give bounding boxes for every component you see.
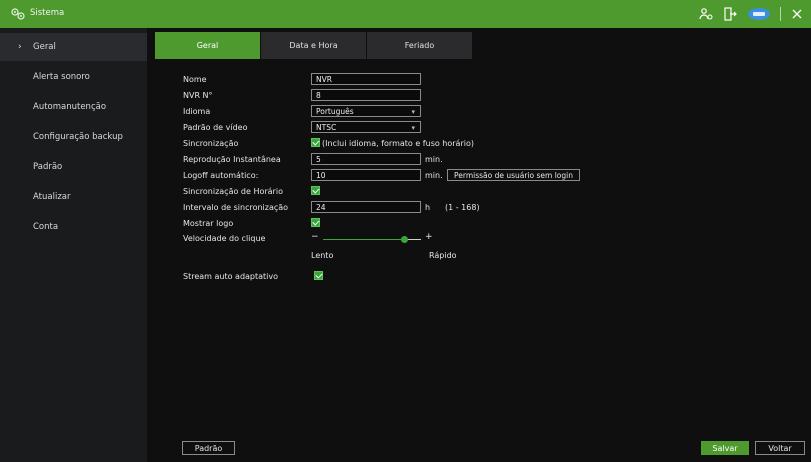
nvr-no-row: NVR N° 8 [183,89,783,103]
padrao-video-label: Padrão de vídeo [183,123,248,132]
reproducao-input[interactable]: 5 [311,153,421,165]
nome-row: Nome NVR [183,73,783,87]
idioma-select-value: Português [316,107,354,116]
padrao-video-select-value: NTSC [316,123,337,132]
tab-bar: Geral Data e Hora Feriado [155,32,473,59]
logoff-unit: min. [425,171,443,180]
title-bar: Sistema [0,0,811,28]
nome-label: Nome [183,75,207,84]
sidebar-item-label: Atualizar [33,192,71,202]
slider-min-label: Lento [311,251,334,260]
default-button[interactable]: Padrão [182,441,235,455]
settings-icon [11,8,25,20]
slider-plus-icon[interactable]: + [425,232,433,242]
sidebar-item-padrao[interactable]: Padrão [0,153,147,181]
sidebar-item-automanutencao[interactable]: Automanutenção [0,93,147,121]
logout-icon[interactable] [722,6,738,22]
mostrar-logo-checkbox[interactable] [311,218,320,227]
logoff-row: Logoff automático: 10 min. Permissão de … [183,169,783,183]
stream-checkbox[interactable] [314,271,323,280]
tab-geral[interactable]: Geral [155,32,260,59]
intervalo-unit: h [425,203,431,212]
sidebar-item-conta[interactable]: Conta [0,213,147,241]
slider-thumb[interactable] [400,236,408,243]
slider-minus-icon[interactable]: − [311,232,319,242]
padrao-video-select[interactable]: NTSC [311,121,421,134]
reproducao-label: Reprodução Instantânea [183,155,281,164]
velocidade-label: Velocidade do clique [183,234,266,243]
close-icon[interactable] [789,6,805,22]
back-button[interactable]: Voltar [755,441,805,455]
intervalo-row: Intervalo de sincronização 24 h (1 - 168… [183,201,783,215]
sidebar-item-label: Automanutenção [33,102,107,112]
save-button[interactable]: Salvar [701,441,749,455]
mostrar-logo-row: Mostrar logo [183,217,783,231]
sidebar-item-label: Geral [33,42,56,52]
slider-max-label: Rápido [429,251,457,260]
nome-input[interactable]: NVR [311,73,421,85]
idioma-select[interactable]: Português [311,105,421,118]
padrao-video-row: Padrão de vídeo NTSC [183,121,783,135]
reproducao-unit: min. [425,155,443,164]
reproducao-row: Reprodução Instantânea 5 min. [183,153,783,167]
chevron-right-icon: › [18,42,22,52]
sincronizacao-row: Sincronização (Inclui idioma, formato e … [183,137,783,151]
intervalo-input[interactable]: 24 [311,201,421,213]
main-content: Geral Data e Hora Feriado Nome NVR NVR N… [155,28,811,462]
sidebar-item-atualizar[interactable]: Atualizar [0,183,147,211]
idioma-row: Idioma Português [183,105,783,119]
tab-feriado[interactable]: Feriado [367,32,472,59]
stream-label: Stream auto adaptativo [183,272,279,281]
cloud-icon[interactable] [746,6,772,22]
sidebar-item-configuracao-backup[interactable]: Configuração backup [0,123,147,151]
sidebar-item-alerta-sonoro[interactable]: Alerta sonoro [0,63,147,91]
sincronizacao-label: Sincronização [183,139,239,148]
mostrar-logo-label: Mostrar logo [183,219,234,228]
sincronizacao-note: (Inclui idioma, formato e fuso horário) [322,139,474,148]
click-speed-slider[interactable]: − + [311,232,433,246]
sinc-horario-row: Sincronização de Horário [183,185,783,199]
window-title: Sistema [30,8,65,18]
intervalo-range: (1 - 168) [445,203,480,212]
nvr-no-label: NVR N° [183,91,213,100]
idioma-label: Idioma [183,107,211,116]
user-settings-icon[interactable] [698,6,714,22]
tab-data-e-hora[interactable]: Data e Hora [261,32,366,59]
slider-fill [323,239,405,240]
titlebar-actions [698,6,805,22]
sincronizacao-checkbox[interactable] [311,138,320,147]
no-login-permission-button[interactable]: Permissão de usuário sem login [447,169,580,181]
general-settings-form: Nome NVR NVR N° 8 Idioma Português Padrã… [183,73,803,333]
sidebar-item-label: Alerta sonoro [33,72,90,82]
velocidade-scale-row: Lento Rápido [183,249,783,263]
intervalo-label: Intervalo de sincronização [183,203,289,212]
sidebar-item-label: Configuração backup [33,132,123,142]
logoff-label: Logoff automático: [183,171,259,180]
sinc-horario-label: Sincronização de Horário [183,187,283,196]
sidebar: › Geral Alerta sonoro Automanutenção Con… [0,28,147,462]
sidebar-item-label: Conta [33,222,59,232]
logoff-input[interactable]: 10 [311,169,421,181]
stream-row: Stream auto adaptativo [183,270,783,284]
nvr-no-input[interactable]: 8 [311,89,421,101]
sidebar-item-geral[interactable]: › Geral [0,33,147,61]
sidebar-item-label: Padrão [33,162,63,172]
sinc-horario-checkbox[interactable] [311,186,320,195]
divider [780,7,781,21]
velocidade-row: Velocidade do clique − + [183,232,783,246]
